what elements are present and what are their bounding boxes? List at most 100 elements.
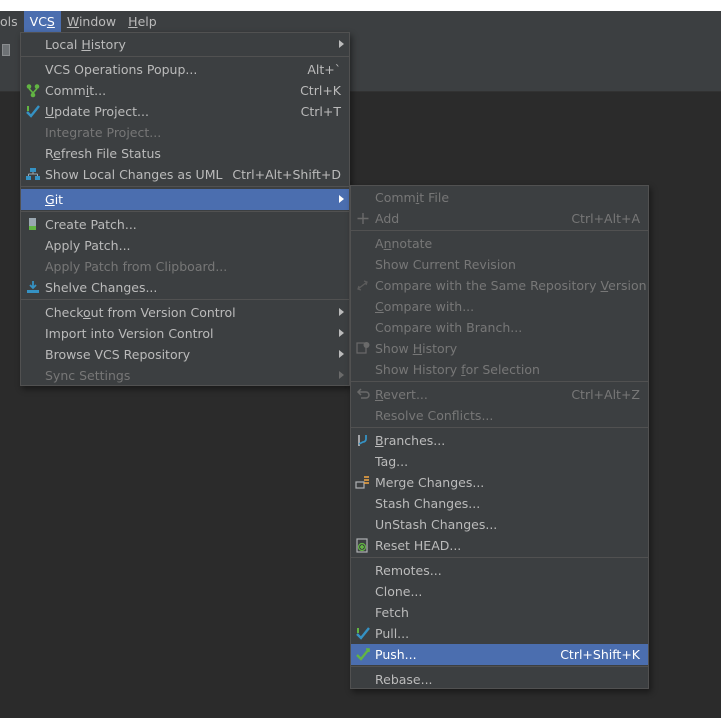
menu-item-local-history[interactable]: Local History [21,34,349,55]
push-icon [355,647,371,662]
menu-item-revert[interactable]: Revert... Ctrl+Alt+Z [351,384,648,405]
submenu-arrow-icon [339,371,344,379]
menu-item-compare-with-branch[interactable]: Compare with Branch... [351,317,648,338]
menu-item-update-project[interactable]: Update Project... Ctrl+T [21,101,349,122]
patch-file-icon [25,217,41,232]
menu-item-commit[interactable]: Commit... Ctrl+K [21,80,349,101]
menu-item-merge-changes[interactable]: Merge Changes... [351,472,648,493]
menu-item-label: Tag... [375,454,409,469]
menu-item-vcs-operations-popup[interactable]: VCS Operations Popup... Alt+` [21,59,349,80]
label-part: ut from Version Control [90,305,236,320]
shelve-icon [25,280,41,295]
menu-item-label: Fetch [375,605,409,620]
menu-item-label: Show Local Changes as UML [45,167,223,182]
menu-item-pull[interactable]: Pull... [351,623,648,644]
menu-item-apply-patch-clipboard[interactable]: Apply Patch from Clipboard... [21,256,349,277]
menubar-tools[interactable]: ols [0,11,24,33]
menu-item-branches[interactable]: Branches... [351,430,648,451]
menu-item-shortcut: Ctrl+Alt+A [571,211,640,226]
menu-item-import-vcs[interactable]: Import into Version Control [21,323,349,344]
menu-item-shelve-changes[interactable]: Shelve Changes... [21,277,349,298]
menu-item-push[interactable]: Push... Ctrl+Shift+K [351,644,648,665]
label-part: or Selection [465,362,540,377]
menu-item-label: Checkout from Version Control [45,302,236,323]
menu-item-sync-settings[interactable]: Sync Settings [21,365,349,386]
menu-separator [21,56,349,57]
menu-item-show-local-changes-uml[interactable]: Show Local Changes as UML Ctrl+Alt+Shift… [21,164,349,185]
menu-item-browse-vcs-repo[interactable]: Browse VCS Repository [21,344,349,365]
label-mnemonic: C [375,299,384,314]
menu-item-remotes[interactable]: Remotes... [351,560,648,581]
menubar-window[interactable]: Window [61,11,122,33]
label-mnemonic: o [83,305,91,320]
window-top-strip [0,0,721,11]
update-project-icon [25,104,41,119]
branch-icon [355,433,371,448]
menu-item-fetch[interactable]: Fetch [351,602,648,623]
menu-item-refresh-file-status[interactable]: Refresh File Status [21,143,349,164]
save-icon[interactable] [2,44,10,56]
menubar-help-mnemonic: H [128,14,138,29]
menu-item-resolve-conflicts[interactable]: Resolve Conflicts... [351,405,648,426]
label-mnemonic: H [412,341,423,356]
label-part: Comm [375,190,416,205]
label-mnemonic: R [375,387,384,402]
menu-item-show-history-selection[interactable]: Show History for Selection [351,359,648,380]
menu-item-label: Apply Patch from Clipboard... [45,259,228,274]
menu-item-label: VCS Operations Popup... [45,62,198,77]
menu-item-show-history[interactable]: Show History [351,338,648,359]
add-icon [355,211,371,226]
menu-item-label: Revert... [375,384,428,405]
label-part: istory [422,341,458,356]
label-part: ompare with... [383,299,475,314]
menu-item-create-patch[interactable]: Create Patch... [21,214,349,235]
menu-item-label: Resolve Conflicts... [375,408,494,423]
menu-item-label: Shelve Changes... [45,280,158,295]
menu-separator [351,230,648,231]
menu-item-label: Sync Settings [45,368,131,383]
submenu-arrow-icon [339,195,344,203]
label-part: Check [45,305,84,320]
label-mnemonic: n [383,236,392,251]
menu-item-rebase[interactable]: Rebase... [351,669,648,690]
menu-item-label: UnStash Changes... [375,517,498,532]
menu-item-compare-same-version[interactable]: Compare with the Same Repository Version [351,275,648,296]
menu-item-unstash-changes[interactable]: UnStash Changes... [351,514,648,535]
menu-separator [21,211,349,212]
menu-item-checkout-vcs[interactable]: Checkout from Version Control [21,302,349,323]
menubar-vcs[interactable]: VCS [23,11,61,33]
menu-item-label: Clone... [375,584,423,599]
menu-item-label: Create Patch... [45,217,137,232]
menu-item-label: Compare with... [375,296,474,317]
menu-item-add[interactable]: Add Ctrl+Alt+A [351,208,648,229]
menu-item-stash-changes[interactable]: Stash Changes... [351,493,648,514]
menu-item-shortcut: Ctrl+T [300,104,341,119]
label-mnemonic: H [81,37,91,52]
menubar-help[interactable]: Help [122,11,163,33]
pull-icon [355,626,371,641]
compare-arrows-icon [355,278,371,293]
menu-item-integrate-project[interactable]: Integrate Project... [21,122,349,143]
menu-item-git[interactable]: Git [21,189,349,210]
menu-item-shortcut: Ctrl+K [300,83,341,98]
main-menubar: ols VCS Window Help [0,11,721,33]
vcs-menu: Local History VCS Operations Popup... Al… [20,32,350,386]
menu-item-show-current-revision[interactable]: Show Current Revision [351,254,648,275]
menu-item-label: Browse VCS Repository [45,347,191,362]
menu-item-compare-with[interactable]: Compare with... [351,296,648,317]
menu-item-commit-file[interactable]: Commit File [351,187,648,208]
menu-item-annotate[interactable]: Annotate [351,233,648,254]
label-part: ersion [608,278,647,293]
menu-item-label: Stash Changes... [375,496,481,511]
menu-item-label: Apply Patch... [45,238,131,253]
menu-item-label: Reset HEAD... [375,538,462,553]
menu-item-label: Annotate [375,233,432,254]
menu-item-label: Commit... [45,80,106,101]
menu-item-shortcut: Ctrl+Alt+Z [571,387,640,402]
menu-item-apply-patch[interactable]: Apply Patch... [21,235,349,256]
menu-item-label: Git [45,189,63,210]
label-part: Compare with the Same Repository [375,278,601,293]
menu-item-tag[interactable]: Tag... [351,451,648,472]
menu-item-clone[interactable]: Clone... [351,581,648,602]
menu-item-reset-head[interactable]: Reset HEAD... [351,535,648,556]
